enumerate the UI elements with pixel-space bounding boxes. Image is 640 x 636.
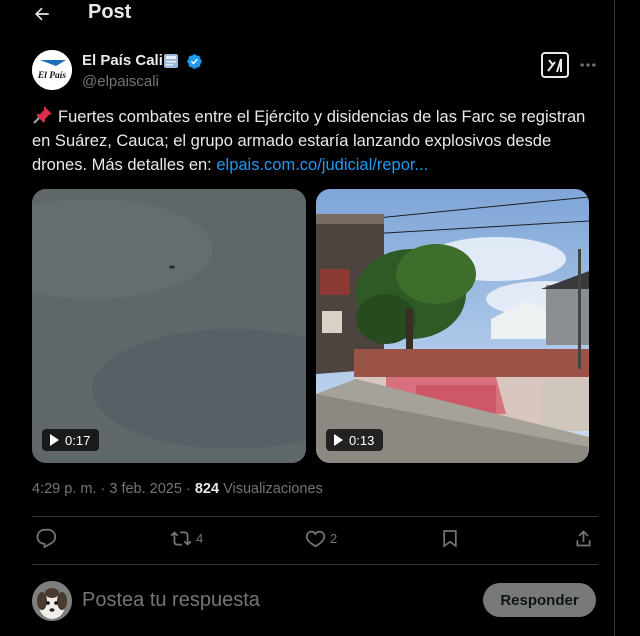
views-label: Visualizaciones	[223, 481, 323, 497]
video-duration: 0:13	[349, 432, 375, 448]
back-button[interactable]	[30, 3, 54, 25]
heart-icon	[305, 530, 326, 548]
repost-icon	[170, 531, 192, 546]
post-date[interactable]: 3 feb. 2025	[109, 481, 182, 497]
divider	[32, 564, 598, 565]
bookmark-action[interactable]	[440, 528, 460, 549]
video-thumbnail-2[interactable]: 0:13	[316, 189, 589, 463]
share-icon	[576, 530, 591, 547]
dog-avatar	[32, 581, 72, 621]
svg-text:El País: El País	[37, 71, 67, 81]
post-header: Post	[0, 0, 614, 28]
grok-icon	[547, 58, 562, 73]
video-duration-badge: 0:17	[42, 429, 100, 451]
author-handle[interactable]: @elpaiscali	[82, 73, 159, 90]
play-icon	[50, 434, 59, 446]
el-pais-logo: El País	[32, 50, 72, 90]
bookmark-icon	[443, 530, 457, 548]
play-icon	[334, 434, 343, 446]
like-count: 2	[330, 531, 338, 546]
tweet-link[interactable]: elpais.com.co/judicial/repor...	[216, 156, 428, 174]
reply-action[interactable]	[36, 528, 57, 549]
post-column: Post El País El País Cali @elpaiscali Fu…	[0, 0, 615, 636]
grok-button[interactable]	[541, 52, 569, 78]
reply-input[interactable]: Postea tu respuesta	[82, 589, 260, 612]
verified-badge-icon[interactable]	[186, 53, 203, 70]
reply-button[interactable]: Responder	[483, 583, 596, 617]
page-title: Post	[88, 1, 132, 23]
views-count: 824	[194, 481, 220, 497]
share-action[interactable]	[573, 528, 594, 549]
pushpin-icon	[33, 106, 52, 124]
tweet-text: Fuertes combates entre el Ejército y dis…	[32, 105, 602, 177]
action-bar: 4 2	[0, 517, 614, 563]
like-action[interactable]: 2	[305, 528, 337, 549]
more-options-icon[interactable]	[578, 55, 598, 75]
arrow-left-icon	[35, 7, 49, 21]
video-thumbnail-1[interactable]: 0:17	[32, 189, 306, 463]
sky-scene	[32, 189, 306, 463]
author-avatar[interactable]: El País	[32, 50, 72, 90]
video-duration-badge: 0:13	[326, 429, 384, 451]
user-avatar[interactable]	[32, 581, 72, 621]
author-name[interactable]: El País Cali	[82, 52, 163, 69]
reply-icon	[36, 528, 57, 549]
repost-action[interactable]: 4	[170, 528, 203, 549]
repost-count: 4	[196, 531, 204, 546]
video-duration: 0:17	[65, 432, 91, 448]
post-meta: 4:29 p. m. · 3 feb. 2025 · 824 Visualiza…	[32, 481, 323, 497]
newspaper-icon	[164, 54, 178, 68]
post-time[interactable]: 4:29 p. m.	[32, 481, 96, 497]
street-scene	[316, 189, 589, 463]
